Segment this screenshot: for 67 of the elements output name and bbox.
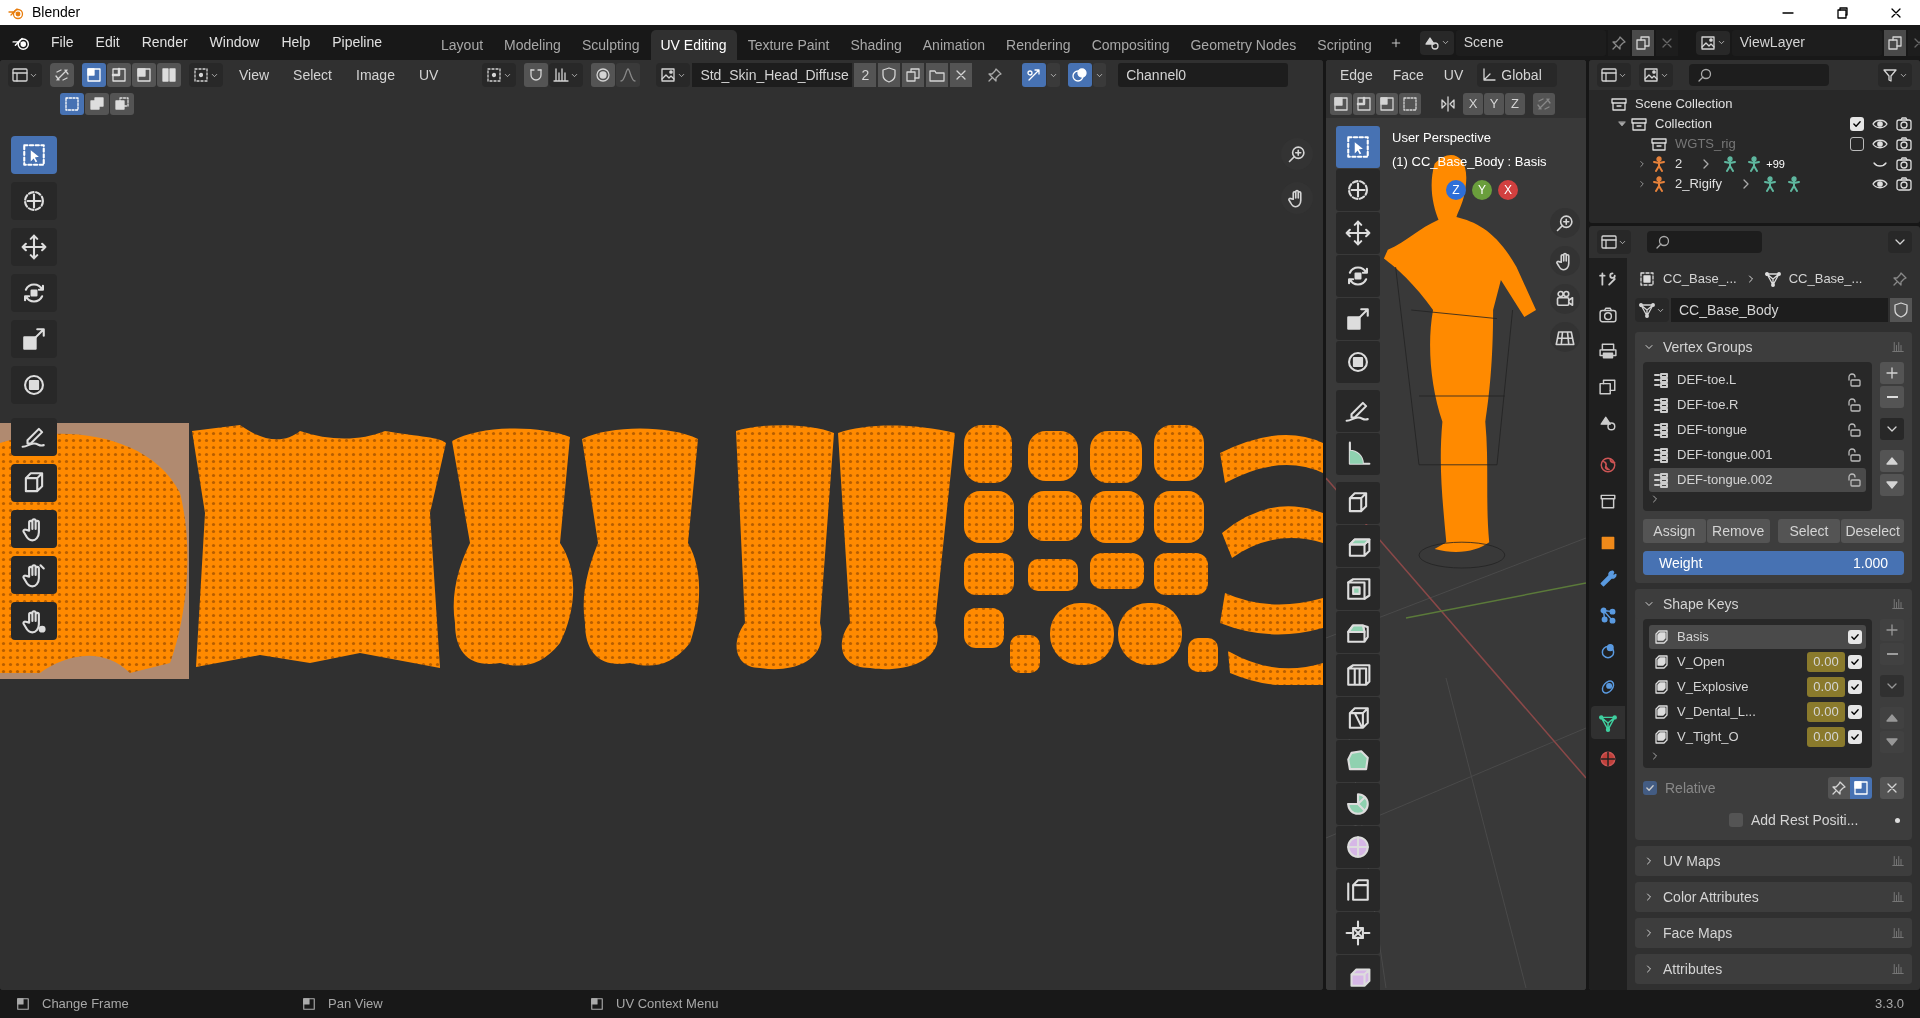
action-button[interactable]: Assign [1643, 519, 1706, 543]
version-label: 3.3.0 [1875, 995, 1904, 1014]
menu-item[interactable]: File [42, 29, 83, 56]
outliner-item[interactable]: Scene Collection [1635, 94, 1733, 114]
menu-item[interactable]: Face [1386, 63, 1430, 87]
menu-item[interactable]: Help [272, 29, 320, 56]
viewport-info-text: User Perspective [1392, 129, 1492, 147]
workspace-tab[interactable]: Rendering [996, 30, 1081, 60]
menu-item[interactable]: Image [348, 63, 403, 87]
menu-item[interactable]: Select [285, 63, 340, 87]
menu-item[interactable]: UV [410, 63, 447, 87]
workspace-tab[interactable]: Geometry Nodes [1180, 30, 1307, 60]
shape-key-item[interactable]: V_Tight_O 0.00 [1649, 725, 1866, 749]
mirror-axis-toggle[interactable]: X [1463, 93, 1483, 115]
outliner-item[interactable]: 2 [1675, 154, 1683, 174]
outliner-item[interactable]: Collection [1655, 114, 1713, 134]
menu-item[interactable]: Render [132, 29, 197, 56]
workspace-tab[interactable]: UV Editing [650, 30, 737, 60]
workspace-tab[interactable]: Compositing [1081, 30, 1180, 60]
slider-label: Weight [1659, 553, 1703, 573]
weight-slider[interactable]: Weight 1.000 [1643, 551, 1904, 575]
vertex-group-item[interactable]: DEF-toe.R [1649, 393, 1866, 417]
shape-key-item[interactable]: V_Dental_L... 0.00 [1649, 700, 1866, 724]
shape-key-item[interactable]: V_Explosive 0.00 [1649, 675, 1866, 699]
workspace-tab[interactable]: Sculpting [571, 30, 650, 60]
status-hint: Change Frame [42, 995, 129, 1014]
status-hint: UV Context Menu [616, 995, 719, 1014]
workspace-tab[interactable]: Scripting [1307, 30, 1382, 60]
checkbox-label: Add Rest Positi... [1751, 810, 1859, 830]
status-hint: Pan View [328, 995, 383, 1014]
menu-item[interactable]: Edit [86, 29, 129, 56]
mirror-axis-toggle[interactable]: Z [1505, 93, 1525, 115]
shape-key-item[interactable]: Basis [1649, 625, 1866, 649]
scene-name-field[interactable]: Scene [1455, 29, 1606, 56]
image-users-button[interactable]: 2 [854, 63, 877, 87]
view-layer-name-field[interactable]: ViewLayer [1731, 29, 1882, 56]
axis-gizmo-handle[interactable]: X [1498, 180, 1518, 200]
shape-key-item[interactable]: V_Open 0.00 [1649, 650, 1866, 674]
vertex-group-item[interactable]: DEF-tongue.001 [1649, 443, 1866, 467]
action-button[interactable]: Remove [1706, 519, 1770, 543]
workspace-tab[interactable]: Shading [840, 30, 912, 60]
vertex-group-item[interactable]: DEF-tongue.002 [1649, 468, 1866, 492]
menu-item[interactable]: View [231, 63, 278, 87]
window-title: Blender [32, 3, 81, 22]
vertex-group-item[interactable]: DEF-tongue [1649, 418, 1866, 442]
workspace-tab[interactable]: Layout [431, 30, 494, 60]
orientation-dropdown[interactable]: Global [1477, 63, 1558, 87]
workspace-tab[interactable]: Texture Paint [737, 30, 840, 60]
count-label: +99 [1766, 156, 1785, 172]
menu-item[interactable]: Edge [1334, 63, 1379, 87]
vertex-group-item[interactable]: DEF-toe.L [1649, 368, 1866, 392]
action-button[interactable]: Select [1777, 519, 1841, 543]
outliner-item[interactable]: 2_Rigify [1675, 174, 1722, 194]
breadcrumb-item[interactable]: CC_Base_... [1663, 269, 1737, 289]
mesh-name-field[interactable]: CC_Base_Body [1671, 298, 1888, 322]
menu-item[interactable]: Window [200, 29, 269, 56]
workspace-tab[interactable]: Modeling [494, 30, 571, 60]
image-name-field[interactable]: Std_Skin_Head_Diffuse [692, 63, 853, 87]
checkbox-label: Relative [1665, 778, 1716, 798]
mirror-axis-toggle[interactable]: Y [1484, 93, 1504, 115]
menu-item[interactable]: Pipeline [323, 29, 392, 56]
slider-value: 1.000 [1852, 553, 1888, 573]
uv-map-field[interactable]: Channel0 [1118, 63, 1289, 87]
breadcrumb-item[interactable]: CC_Base_... [1788, 269, 1863, 289]
action-button[interactable]: Deselect [1841, 519, 1904, 543]
menu-item[interactable]: UV [1437, 63, 1470, 87]
workspace-tab[interactable]: Animation [912, 30, 996, 60]
